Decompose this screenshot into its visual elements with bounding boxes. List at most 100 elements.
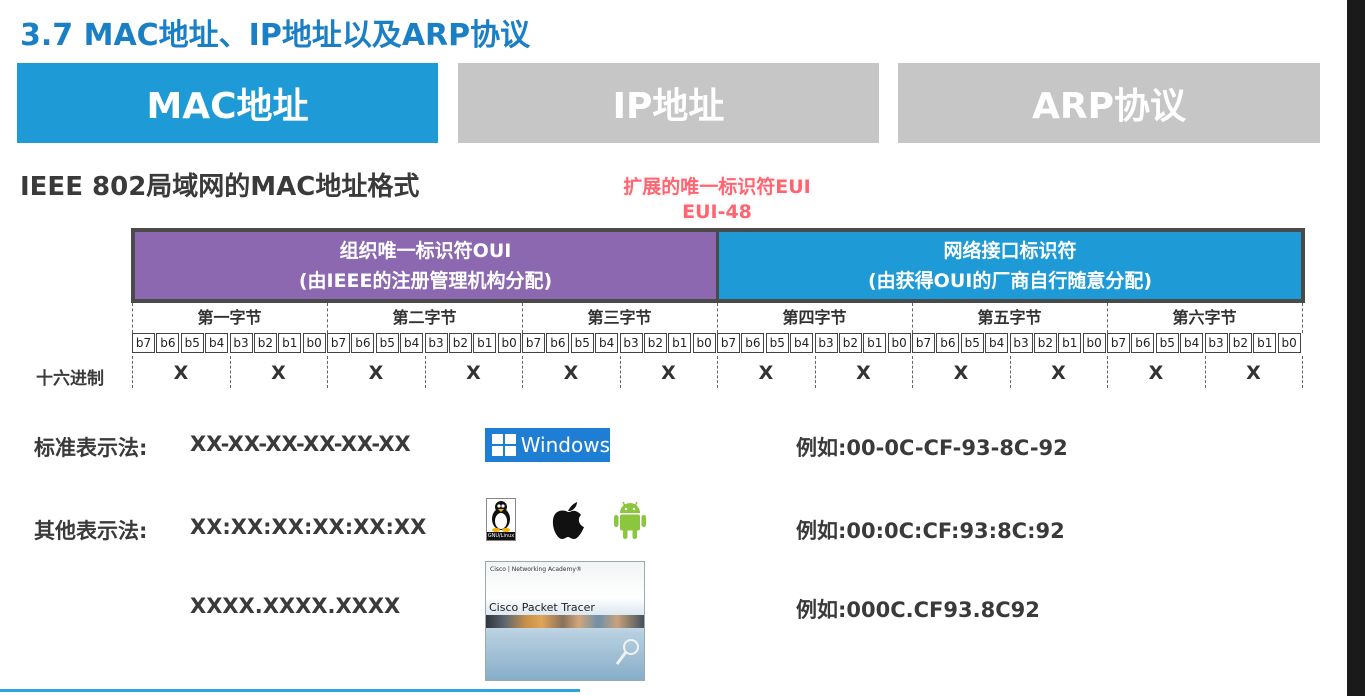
hex-digit-placeholder: X — [271, 362, 286, 384]
bit-cell: b7 — [717, 333, 740, 353]
apple-icon — [552, 502, 584, 539]
nic-box: 网络接口标识符 (由获得OUI的厂商自行随意分配) — [719, 232, 1301, 299]
bit-cell: b5 — [375, 333, 399, 353]
bit-cell: b0 — [302, 333, 326, 353]
hex-digit-placeholder: X — [466, 362, 481, 384]
bit-cell: b5 — [1155, 333, 1179, 353]
bit-cell: b4 — [790, 333, 814, 353]
standard-notation-format: XX-XX-XX-XX-XX-XX — [190, 432, 411, 456]
bit-cell: b1 — [278, 333, 302, 353]
bit-cell: b0 — [1277, 333, 1301, 353]
bit-cell: b4 — [1180, 333, 1204, 353]
right-edge-bar — [1347, 0, 1365, 696]
tab-mac-address[interactable]: MAC地址 — [17, 63, 438, 143]
byte-label: 第一字节 — [197, 308, 262, 327]
hex-digit-placeholder: X — [953, 362, 969, 384]
bit-cell: b0 — [887, 333, 911, 353]
bit-cell: b7 — [327, 333, 350, 353]
tab-arp-protocol[interactable]: ARP协议 — [898, 63, 1320, 143]
bit-cell: b0 — [1082, 333, 1106, 353]
slide-title: 3.7 MAC地址、IP地址以及ARP协议 — [20, 18, 531, 53]
linux-badge-text: GNU/Linux — [487, 532, 515, 540]
other-notation-label: 其他表示法: — [34, 519, 148, 543]
bit-cell: b5 — [960, 333, 984, 353]
colon-notation-format: XX:XX:XX:XX:XX:XX — [190, 515, 427, 539]
bit-cell: b4 — [205, 333, 229, 353]
bit-cell: b3 — [424, 333, 448, 353]
bit-cell: b4 — [595, 333, 619, 353]
bit-cell: b3 — [814, 333, 838, 353]
colon-notation-example: 例如:00:0C:CF:93:8C:92 — [796, 519, 1065, 543]
nic-title: 网络接口标识符 — [943, 239, 1077, 262]
tab-ip-address[interactable]: IP地址 — [458, 63, 879, 143]
bit-cell: b5 — [180, 333, 204, 353]
byte-label: 第三字节 — [587, 308, 652, 327]
byte-label: 第二字节 — [392, 308, 457, 327]
bit-cell: b2 — [643, 333, 667, 353]
bit-cell: b7 — [1107, 333, 1130, 353]
bit-cell: b5 — [765, 333, 789, 353]
bit-cell: b6 — [936, 333, 960, 353]
bit-cell: b7 — [522, 333, 545, 353]
bit-cell: b3 — [1204, 333, 1228, 353]
hex-digit-placeholder: X — [1148, 362, 1164, 384]
oui-title: 组织唯一标识符OUI — [339, 239, 512, 262]
bit-cell: b1 — [668, 333, 692, 353]
magnifier-icon — [615, 639, 639, 665]
bit-cell: b1 — [1058, 333, 1082, 353]
cisco-packet-tracer-cover: Cisco | Networking Academy® Cisco Packet… — [485, 561, 645, 681]
bit-cell: b5 — [570, 333, 594, 353]
android-icon — [614, 501, 646, 539]
standard-notation-example: 例如:00-0C-CF-93-8C-92 — [796, 436, 1068, 460]
hex-digit-placeholder: X — [1246, 362, 1261, 384]
eui48-label: EUI-48 — [682, 201, 752, 223]
hex-digit-placeholder: X — [758, 362, 774, 384]
hex-digit-placeholder: X — [368, 362, 384, 384]
windows-flag-icon — [492, 434, 516, 456]
bit-cell: b3 — [229, 333, 253, 353]
bit-cell: b2 — [1228, 333, 1252, 353]
hex-digit-placeholder: X — [173, 362, 189, 384]
hex-label: 十六进制 — [36, 369, 104, 389]
byte-separator — [1302, 303, 1303, 333]
windows-logo: Windows — [485, 428, 610, 462]
bit-cell: b6 — [1131, 333, 1155, 353]
bit-cell: b2 — [448, 333, 472, 353]
bottom-accent-line — [0, 689, 580, 692]
hex-digit-placeholder: X — [563, 362, 579, 384]
bit-cell: b4 — [985, 333, 1009, 353]
nic-subtitle: (由获得OUI的厂商自行随意分配) — [867, 269, 1153, 292]
windows-logo-text: Windows — [520, 433, 610, 457]
oui-box: 组织唯一标识符OUI (由IEEE的注册管理机构分配) — [135, 232, 716, 299]
bit-cell: b7 — [912, 333, 935, 353]
oui-subtitle: (由IEEE的注册管理机构分配) — [298, 269, 553, 292]
bit-cell: b0 — [692, 333, 716, 353]
bit-cell: b3 — [1009, 333, 1033, 353]
bit-cell: b7 — [132, 333, 155, 353]
eui-label: 扩展的唯一标识符EUI — [623, 176, 811, 198]
bit-cell: b3 — [619, 333, 643, 353]
dot-notation-example: 例如:000C.CF93.8C92 — [796, 598, 1040, 622]
bit-cell: b2 — [1033, 333, 1057, 353]
byte-label: 第四字节 — [782, 308, 847, 327]
dot-notation-format: XXXX.XXXX.XXXX — [190, 594, 401, 618]
cisco-product-text: Cisco Packet Tracer — [489, 601, 595, 614]
bit-cell: b1 — [473, 333, 497, 353]
hex-digit-placeholder: X — [856, 362, 871, 384]
section-heading: IEEE 802局域网的MAC地址格式 — [20, 172, 420, 202]
standard-notation-label: 标准表示法: — [34, 436, 148, 460]
cisco-photo-strip — [486, 615, 644, 628]
bit-cell: b1 — [1253, 333, 1277, 353]
bit-cell: b6 — [351, 333, 375, 353]
bit-cell: b4 — [400, 333, 424, 353]
cisco-academy-text: Cisco | Networking Academy® — [490, 566, 582, 573]
bit-cell: b6 — [741, 333, 765, 353]
bit-cell: b6 — [546, 333, 570, 353]
byte-label: 第六字节 — [1172, 308, 1237, 327]
bit-cell: b6 — [156, 333, 180, 353]
bit-cell: b1 — [863, 333, 887, 353]
hex-digit-placeholder: X — [661, 362, 676, 384]
bit-cell: b0 — [497, 333, 521, 353]
hex-digit-placeholder: X — [1051, 362, 1066, 384]
linux-tux-icon: GNU/Linux — [486, 498, 516, 541]
